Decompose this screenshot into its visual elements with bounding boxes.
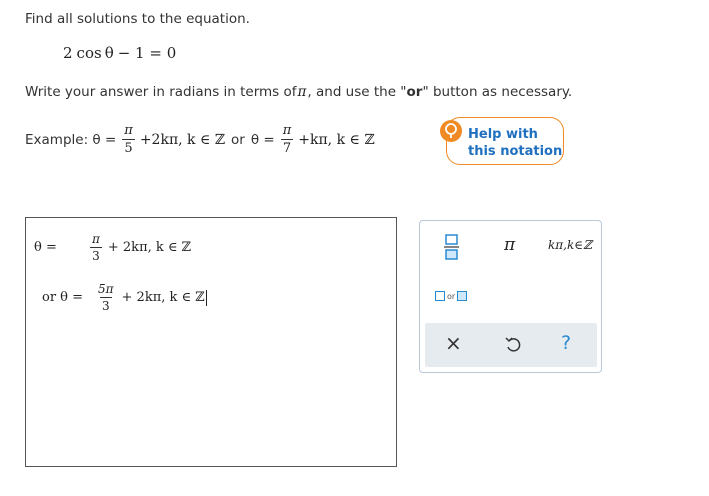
help-button[interactable]: ? (561, 332, 571, 354)
example-part-2: +kπ, k ∈ ℤ (298, 131, 375, 148)
example-frac-1: π 5 (122, 124, 135, 155)
example-frac-2: π 7 (280, 123, 294, 156)
directions-prefix: Write your answer in radians in terms of (25, 84, 297, 100)
answer-line-2: or θ = 5π 3 + 2kπ, k ∈ ℤ (42, 283, 207, 312)
example-part-1: +2kπ, k ∈ ℤ (139, 131, 226, 148)
answer-line-1: θ = π 3 + 2kπ, k ∈ ℤ (34, 233, 191, 262)
directions: Write your answer in radians in terms of… (25, 84, 572, 100)
kpi-button[interactable]: kπ,k∈ℤ (548, 238, 592, 252)
fraction-button[interactable] (444, 233, 460, 261)
answer-line-1-num: π (92, 232, 100, 246)
help-line-2: this notation (468, 144, 563, 159)
answer-line-1-den: 3 (90, 247, 102, 263)
fraction-icon (444, 234, 459, 260)
answer-line-2-num: 5π (98, 282, 114, 296)
pi-button[interactable]: π (504, 235, 515, 255)
example-label: Example: θ = (25, 131, 117, 148)
equation-var: θ (104, 44, 114, 62)
clear-button[interactable]: × (445, 331, 462, 355)
answer-line-2-lhs: or θ = (42, 290, 84, 305)
or-left-box (435, 291, 445, 301)
answer-line-1-lhs: θ = (34, 240, 57, 255)
answer-line-1-frac: π 3 (90, 233, 102, 262)
help-notation-label[interactable]: Help with this notation (468, 126, 562, 160)
directions-suffix: " button as necessary. (422, 84, 573, 100)
example-or: or (231, 131, 245, 148)
equation-rest: − 1 = 0 (117, 44, 177, 62)
equation-func: cos (76, 44, 102, 62)
undo-button[interactable] (505, 336, 521, 358)
text-cursor (205, 289, 207, 306)
directions-mid: , and use the " (307, 84, 407, 100)
answer-input-area[interactable]: θ = π 3 + 2kπ, k ∈ ℤ or θ = 5π 3 + 2kπ, … (25, 217, 397, 467)
pi-symbol: π (297, 84, 307, 100)
undo-icon (505, 337, 521, 352)
example-frac-1-den: 5 (122, 139, 135, 156)
directions-or: or (406, 84, 423, 100)
example-frac-1-num: π (124, 123, 133, 138)
answer-line-2-frac: 5π 3 (96, 283, 116, 312)
equation: 2 cos θ − 1 = 0 (63, 44, 176, 62)
or-right-box (457, 291, 468, 301)
answer-line-2-rest: + 2kπ, k ∈ ℤ (121, 290, 205, 305)
or-button[interactable]: or (435, 291, 468, 301)
equation-coef: 2 (63, 44, 73, 62)
lightbulb-icon (440, 120, 462, 142)
example-frac-2-den: 7 (280, 139, 294, 156)
example-theta-eq: θ = (250, 131, 275, 148)
answer-line-2-den: 3 (99, 297, 112, 313)
or-button-label: or (447, 291, 456, 301)
question-instruction: Find all solutions to the equation. (25, 11, 250, 27)
help-line-1: Help with (468, 127, 538, 142)
example: Example: θ = π 5 +2kπ, k ∈ ℤ or θ = π 7 … (25, 124, 375, 155)
palette-action-bar: × ? (425, 323, 597, 367)
example-frac-2-num: π (282, 123, 292, 138)
answer-line-1-rest: + 2kπ, k ∈ ℤ (107, 240, 192, 255)
